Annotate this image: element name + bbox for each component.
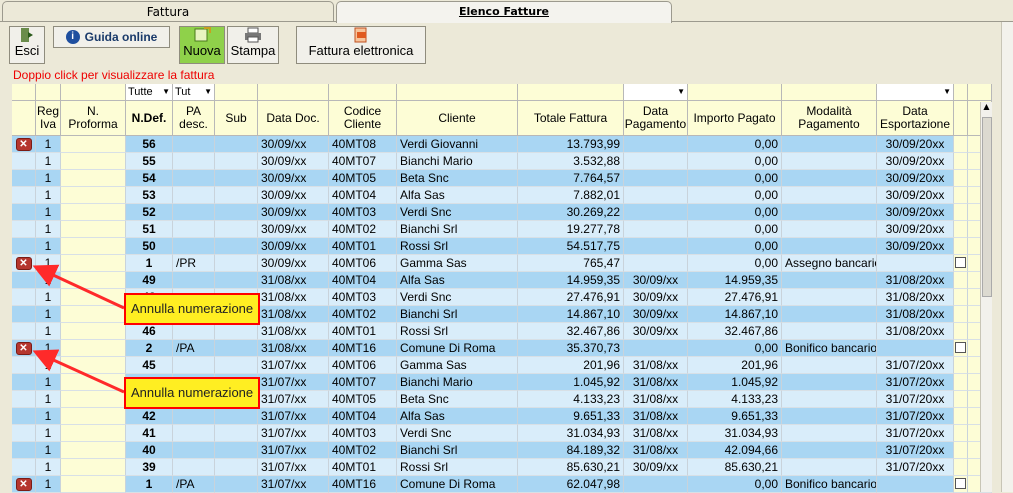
callout-annulla-numerazione-2: Annulla numerazione — [124, 377, 261, 409]
callout-arrow-2 — [32, 349, 125, 394]
callout-arrow-1 — [32, 264, 125, 310]
callout-arrows — [32, 264, 125, 394]
callout-annulla-numerazione-1: Annulla numerazione — [124, 293, 261, 325]
